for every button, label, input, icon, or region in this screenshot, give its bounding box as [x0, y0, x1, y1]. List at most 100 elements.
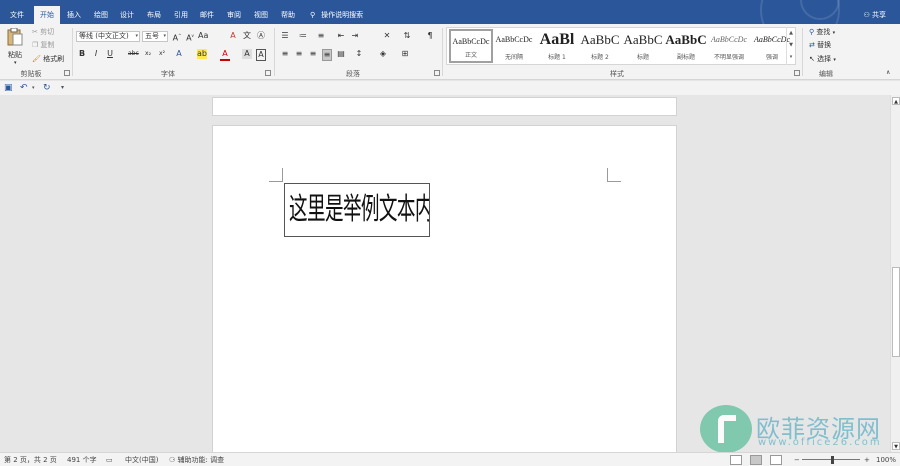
decrease-indent-icon[interactable]: ⇤ — [336, 31, 346, 41]
vertical-scrollbar[interactable]: ▲ ▼ — [890, 95, 900, 452]
accessibility-status[interactable]: ⚆ 辅助功能: 调查 — [169, 455, 224, 465]
tab-view[interactable]: 视图 — [248, 6, 274, 24]
strikethrough-icon[interactable]: abc — [128, 49, 139, 59]
scroll-down-icon[interactable]: ▼ — [892, 442, 900, 450]
style-no-spacing[interactable]: AaBbCcDc 无间隔 — [492, 29, 536, 63]
zoom-in-icon[interactable]: + — [864, 455, 870, 465]
language-indicator[interactable]: 中文(中国) — [125, 455, 158, 465]
style-subtitle[interactable]: AaBbC 副标题 — [664, 29, 708, 63]
more-icon[interactable]: ▾ — [787, 51, 795, 63]
superscript-icon[interactable]: x² — [157, 49, 167, 59]
grow-font-icon[interactable]: A^ — [172, 31, 182, 44]
style-normal[interactable]: AaBbCcDc 正文 — [449, 29, 493, 63]
char-shading-icon[interactable]: A — [242, 49, 252, 59]
save-icon[interactable]: ▣ — [4, 82, 13, 94]
paste-button[interactable]: 粘贴 ▾ — [5, 28, 25, 66]
page-count[interactable]: 第 2 页，共 2 页 — [4, 455, 57, 465]
chevron-up-icon[interactable]: ▲ — [787, 27, 795, 39]
format-painter-button[interactable]: 🖌 格式刷 — [32, 54, 64, 64]
styles-scroll[interactable]: ▲ ▼ ▾ — [786, 27, 795, 65]
current-page[interactable]: 这里是举例文本内容。 — [212, 125, 677, 452]
styles-launcher[interactable] — [794, 70, 800, 76]
tab-help[interactable]: 帮助 — [275, 6, 301, 24]
font-size-select[interactable]: 五号 ▾ — [142, 31, 168, 42]
italic-icon[interactable]: I — [91, 49, 101, 59]
tell-me-search[interactable]: ⚲ 操作说明搜索 — [310, 7, 363, 23]
scroll-thumb[interactable] — [892, 267, 900, 357]
cut-button[interactable]: ✂ 剪切 — [32, 27, 54, 37]
text-box-content[interactable]: 这里是举例文本内容。 — [289, 190, 429, 236]
style-title[interactable]: AaBbC 标题 — [621, 29, 665, 63]
word-count[interactable]: 491 个字 — [67, 455, 97, 465]
proofing-icon[interactable]: ▭ — [106, 455, 113, 465]
web-layout-button[interactable] — [770, 455, 782, 465]
share-button[interactable]: ⚇ 共享 — [863, 7, 886, 23]
undo-icon[interactable]: ↶ — [20, 82, 28, 94]
style-heading-2[interactable]: AaBbC 标题 2 — [578, 29, 622, 63]
justify-icon[interactable]: ≡ — [322, 49, 332, 61]
print-layout-button[interactable] — [750, 455, 762, 465]
text-box[interactable]: 这里是举例文本内容。 — [284, 183, 430, 237]
tab-file[interactable]: 文件 — [4, 6, 30, 24]
font-color-icon[interactable]: A — [220, 49, 230, 61]
shading-icon[interactable]: ◈ — [378, 49, 388, 59]
borders-icon[interactable]: ⊞ — [400, 49, 410, 59]
accessibility-label: 辅助功能: 调查 — [177, 456, 225, 464]
scroll-up-icon[interactable]: ▲ — [892, 97, 900, 105]
bold-icon[interactable]: B — [77, 49, 87, 59]
read-mode-button[interactable] — [730, 455, 742, 465]
phonetic-guide-icon[interactable]: 文 — [242, 31, 252, 41]
chevron-down-icon[interactable]: ▾ — [32, 82, 35, 94]
enclose-char-icon[interactable]: Ⓐ — [256, 31, 266, 41]
tab-references[interactable]: 引用 — [168, 6, 194, 24]
multilevel-list-icon[interactable]: ≡ — [316, 31, 326, 41]
tab-review[interactable]: 审阅 — [221, 6, 247, 24]
tab-mailings[interactable]: 邮件 — [194, 6, 220, 24]
group-divider — [442, 28, 443, 76]
font-name-select[interactable]: 等线 (中文正文) ▾ — [76, 31, 140, 42]
change-case-icon[interactable]: Aa — [198, 31, 208, 41]
align-left-icon[interactable]: ≡ — [280, 49, 290, 59]
select-button[interactable]: ↖ 选择 ▾ — [809, 54, 836, 65]
text-effects-icon[interactable]: A — [174, 49, 184, 59]
tab-insert[interactable]: 插入 — [61, 6, 87, 24]
tab-design[interactable]: 设计 — [114, 6, 140, 24]
replace-button[interactable]: ⇄ 替换 — [809, 40, 831, 50]
collapse-ribbon-icon[interactable]: ∧ — [886, 68, 890, 78]
clipboard-launcher[interactable] — [64, 70, 70, 76]
distributed-icon[interactable]: ▤ — [336, 49, 346, 59]
chevron-down-icon: ▾ — [833, 57, 836, 63]
sort-icon[interactable]: ⇅ — [402, 31, 412, 41]
redo-icon[interactable]: ↻ — [43, 82, 51, 94]
numbering-icon[interactable]: ≔ — [298, 31, 308, 41]
paragraph-launcher[interactable] — [434, 70, 440, 76]
clear-formatting-icon[interactable]: A — [228, 31, 238, 41]
asian-layout-icon[interactable]: ✕ — [382, 31, 392, 41]
increase-indent-icon[interactable]: ⇥ — [350, 31, 360, 41]
underline-icon[interactable]: U — [105, 49, 115, 59]
chevron-down-icon: ▾ — [163, 33, 166, 39]
find-button[interactable]: ⚲ 查找 ▾ — [809, 27, 835, 38]
font-launcher[interactable] — [265, 70, 271, 76]
align-right-icon[interactable]: ≡ — [308, 49, 318, 59]
bullets-icon[interactable]: ☰ — [280, 31, 290, 41]
zoom-out-icon[interactable]: − — [794, 455, 800, 465]
subscript-icon[interactable]: x₂ — [143, 49, 153, 59]
char-border-icon[interactable]: A — [256, 49, 266, 61]
style-subtle-emphasis[interactable]: AaBbCcDc 不明显强调 — [707, 29, 751, 63]
zoom-level[interactable]: 100% — [876, 455, 896, 465]
zoom-slider-knob[interactable] — [831, 456, 834, 464]
person-icon: ⚇ — [863, 11, 870, 19]
customize-qat-icon[interactable]: ▾ — [61, 82, 64, 94]
style-heading-1[interactable]: AaBl 标题 1 — [535, 29, 579, 63]
tab-home[interactable]: 开始 — [34, 6, 60, 24]
tab-draw[interactable]: 绘图 — [88, 6, 114, 24]
copy-button[interactable]: ❐ 复制 — [32, 40, 55, 50]
highlight-icon[interactable]: ab — [197, 49, 207, 59]
line-spacing-icon[interactable]: ↕ — [354, 49, 364, 59]
align-center-icon[interactable]: ≡ — [294, 49, 304, 59]
chevron-down-icon[interactable]: ▼ — [787, 39, 795, 51]
show-marks-icon[interactable]: ¶ — [425, 31, 435, 41]
tab-layout[interactable]: 布局 — [141, 6, 167, 24]
shrink-font-icon[interactable]: Av — [185, 31, 195, 44]
